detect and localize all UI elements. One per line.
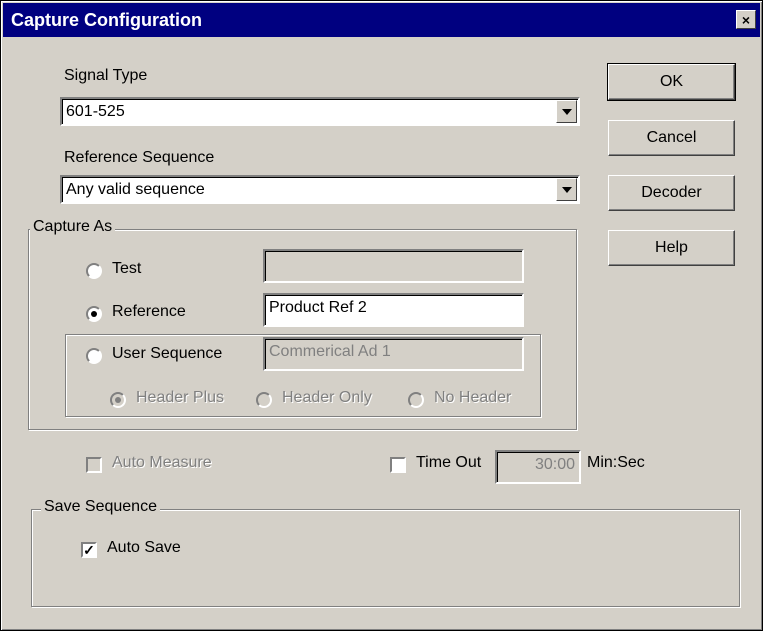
- chevron-down-icon[interactable]: [556, 178, 577, 201]
- auto-save-label: Auto Save: [107, 539, 181, 556]
- capture-as-title: Capture As: [30, 218, 116, 236]
- reference-sequence-label: Reference Sequence: [64, 149, 215, 166]
- close-button[interactable]: ×: [736, 10, 756, 29]
- chevron-down-icon[interactable]: [556, 100, 577, 123]
- test-label: Test: [112, 260, 142, 277]
- auto-measure-label: Auto Measure: [112, 454, 212, 471]
- reference-sequence-value: Any valid sequence: [66, 181, 205, 198]
- reference-sequence-select[interactable]: Any valid sequence: [60, 175, 580, 204]
- time-out-checkbox[interactable]: [390, 457, 406, 473]
- ok-button[interactable]: OK: [607, 63, 736, 101]
- user-sequence-field: Commerical Ad 1: [263, 337, 524, 371]
- user-sequence-radio[interactable]: [86, 348, 102, 364]
- signal-type-value: 601-525: [66, 103, 125, 120]
- auto-save-checkbox[interactable]: ✓: [81, 542, 97, 558]
- reference-radio[interactable]: [86, 306, 102, 322]
- header-plus-radio: [110, 392, 126, 408]
- close-icon: ×: [741, 12, 751, 28]
- save-sequence-title: Save Sequence: [41, 498, 160, 516]
- header-only-label: Header Only: [282, 389, 372, 406]
- header-plus-label: Header Plus: [136, 389, 225, 406]
- save-sequence-group: [31, 509, 740, 607]
- test-radio[interactable]: [86, 263, 102, 279]
- header-only-radio: [256, 392, 272, 408]
- cancel-button[interactable]: Cancel: [608, 120, 735, 156]
- signal-type-select[interactable]: 601-525: [60, 97, 580, 126]
- decoder-button[interactable]: Decoder: [608, 175, 735, 211]
- auto-measure-checkbox: [86, 457, 102, 473]
- user-sequence-label: User Sequence: [112, 345, 223, 362]
- checkmark-icon: ✓: [83, 542, 95, 558]
- reference-label: Reference: [112, 303, 186, 320]
- no-header-label: No Header: [434, 389, 512, 406]
- capture-configuration-dialog: Capture Configuration × Signal Type 601-…: [0, 0, 763, 631]
- test-name-field: [263, 249, 524, 283]
- signal-type-label: Signal Type: [64, 67, 148, 84]
- time-out-unit: Min:Sec: [587, 454, 645, 471]
- no-header-radio: [408, 392, 424, 408]
- time-out-label: Time Out: [416, 454, 482, 471]
- reference-name-field[interactable]: Product Ref 2: [263, 293, 524, 327]
- help-button[interactable]: Help: [608, 230, 735, 266]
- window-title: Capture Configuration: [11, 10, 202, 30]
- time-out-field: 30:00: [495, 450, 581, 484]
- title-bar: Capture Configuration ×: [3, 3, 760, 37]
